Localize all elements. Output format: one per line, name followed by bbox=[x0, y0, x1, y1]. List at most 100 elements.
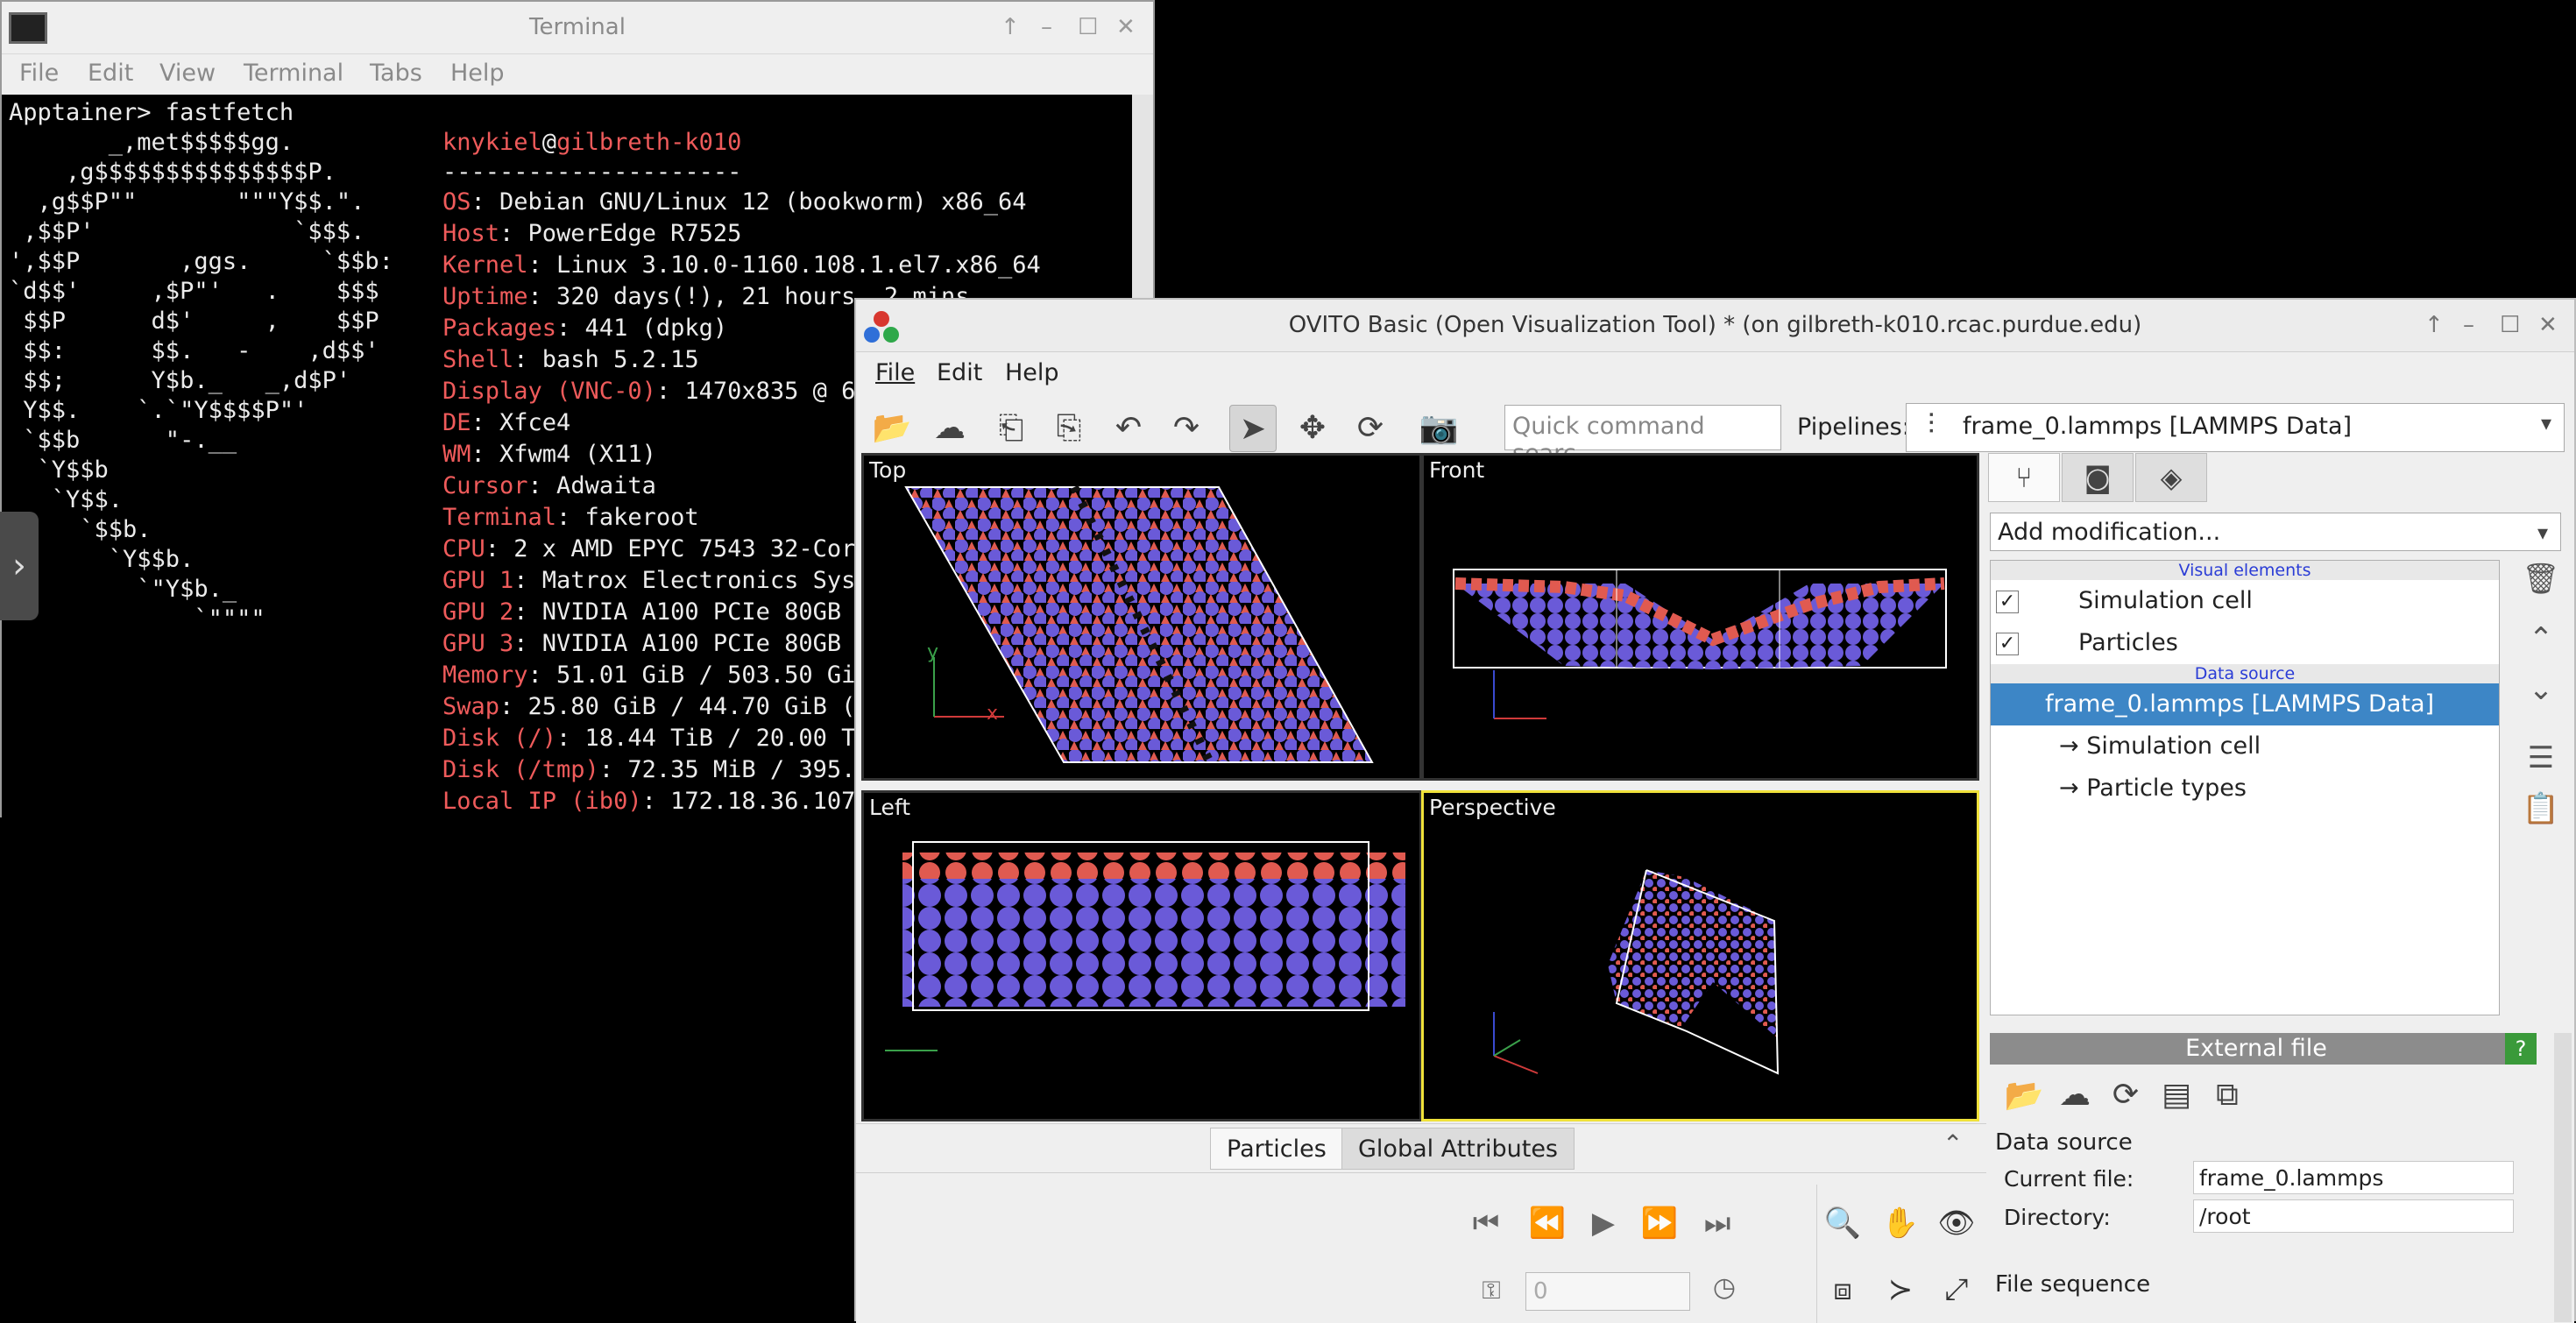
load-session-icon[interactable]: ⎗ bbox=[987, 405, 1035, 452]
tab-particles[interactable]: Particles bbox=[1210, 1128, 1343, 1170]
move-mode-icon[interactable]: ✥ bbox=[1289, 405, 1336, 452]
move-down-icon[interactable]: ⌄ bbox=[2517, 672, 2565, 707]
help-button[interactable]: ? bbox=[2505, 1033, 2537, 1065]
layers-tab-icon[interactable]: ◈ bbox=[2135, 453, 2207, 502]
minimize-icon[interactable]: – bbox=[1041, 14, 1052, 40]
pipeline-selector[interactable]: ⫶ frame_0.lammps [LAMMPS Data] ▾ bbox=[1906, 403, 2565, 452]
current-file-label: Current file: bbox=[2004, 1166, 2134, 1192]
logo-line: $$; Y$b._ _,d$P' bbox=[9, 367, 351, 394]
zoom-icon[interactable]: 🔍 bbox=[1819, 1206, 1866, 1241]
goto-end-icon[interactable]: ⏭ bbox=[1694, 1206, 1741, 1241]
logo-line: Y$$. `.`"Y$$$$P"' bbox=[9, 397, 308, 424]
stack-icon[interactable]: ⧉ bbox=[2204, 1077, 2251, 1114]
file-sequence-icon[interactable]: ▤ bbox=[2153, 1077, 2200, 1113]
save-session-icon[interactable]: ⎘ bbox=[1045, 405, 1093, 452]
pipeline-editor-list[interactable]: Visual elements ✓ Simulation cell ✓ Part… bbox=[1990, 560, 2500, 1015]
ovito-titlebar[interactable]: OVITO Basic (Open Visualization Tool) * … bbox=[856, 300, 2574, 352]
pipeline-tab-icon[interactable]: ⑂ bbox=[1988, 453, 2060, 502]
redo-icon[interactable]: ↷ bbox=[1163, 405, 1210, 452]
terminal-menu-view[interactable]: View bbox=[159, 60, 216, 87]
pipeline-subitem-particle-types[interactable]: → Particle types bbox=[1991, 768, 2499, 810]
pan-hand-icon[interactable]: ✋ bbox=[1877, 1206, 1924, 1241]
pipeline-item-label: Simulation cell bbox=[2078, 587, 2253, 614]
maximize-icon[interactable]: ☐ bbox=[2500, 312, 2520, 338]
orbit-eye-icon[interactable]: 👁 bbox=[1933, 1206, 1980, 1241]
undo-icon[interactable]: ↶ bbox=[1105, 405, 1152, 452]
cloud-download-icon[interactable]: ☁ bbox=[2051, 1077, 2098, 1113]
viewport-left[interactable]: Left bbox=[861, 790, 1422, 1121]
ovito-menu-help[interactable]: Help bbox=[1005, 359, 1059, 386]
logo-line: `"Y$b._ bbox=[9, 576, 237, 603]
viewport-front-caption[interactable]: Front bbox=[1429, 457, 1484, 483]
minimize-icon[interactable]: – bbox=[2463, 312, 2474, 338]
collapse-panel-icon[interactable]: ⌃ bbox=[1943, 1129, 1963, 1158]
pipeline-item-particles-vis[interactable]: ✓ Particles bbox=[1991, 622, 2499, 664]
info-line: Kernel: Linux 3.10.0-1160.108.1.el7.x86_… bbox=[442, 251, 1041, 280]
viewport-left-caption[interactable]: Left bbox=[869, 795, 910, 820]
group-icon[interactable]: ☰ bbox=[2517, 740, 2565, 775]
terminal-menu-terminal[interactable]: Terminal bbox=[244, 60, 343, 87]
terminal-menu-tabs[interactable]: Tabs bbox=[370, 60, 422, 87]
viewport-perspective-caption[interactable]: Perspective bbox=[1429, 795, 1556, 820]
key-icon[interactable]: ⚿ bbox=[1468, 1276, 1515, 1305]
ovito-menu-file[interactable]: File bbox=[875, 359, 915, 386]
move-up-icon[interactable]: ⌃ bbox=[2517, 621, 2565, 656]
viewport-front[interactable]: Front bbox=[1421, 453, 1979, 781]
ovito-menu-edit[interactable]: Edit bbox=[937, 359, 982, 386]
quick-command-search[interactable]: Quick command searc... bbox=[1504, 405, 1781, 467]
terminal-menu-file[interactable]: File bbox=[19, 60, 59, 87]
pipelines-label: Pipelines: bbox=[1797, 414, 1910, 441]
info-label: Packages bbox=[442, 315, 557, 342]
logo-line: `d$$' ,$P"' . $$$ bbox=[9, 278, 379, 305]
pipeline-item-data-source[interactable]: frame_0.lammps [LAMMPS Data] bbox=[1991, 683, 2499, 725]
render-tab-icon[interactable]: ◙ bbox=[2062, 453, 2134, 502]
info-label: Terminal bbox=[442, 504, 557, 531]
checkbox-simulation-cell[interactable]: ✓ bbox=[1996, 591, 2019, 613]
viewport-top[interactable]: Top y x bbox=[861, 453, 1422, 781]
frame-spinner[interactable]: 0 bbox=[1525, 1272, 1690, 1311]
open-file-icon[interactable]: 📂 bbox=[2000, 1077, 2048, 1114]
info-label: Disk (/) bbox=[442, 725, 557, 752]
keep-above-icon[interactable]: ↑ bbox=[1001, 14, 1020, 40]
maximize-icon[interactable]: ☐ bbox=[1078, 14, 1098, 40]
delete-icon[interactable]: 🗑 bbox=[2517, 562, 2565, 597]
cloud-download-icon[interactable]: ☁ bbox=[926, 405, 973, 452]
pipeline-item-simulation-cell-vis[interactable]: ✓ Simulation cell bbox=[1991, 580, 2499, 622]
panel-expand-handle[interactable]: › bbox=[0, 512, 39, 620]
render-camera-icon[interactable]: 📷 bbox=[1415, 405, 1462, 452]
close-icon[interactable]: ✕ bbox=[2538, 312, 2558, 338]
front-view-render bbox=[1453, 569, 1947, 719]
pipeline-subitem-simulation-cell[interactable]: → Simulation cell bbox=[1991, 725, 2499, 768]
info-value: : Adwaita bbox=[527, 472, 656, 499]
viewport-top-caption[interactable]: Top bbox=[869, 457, 906, 483]
clock-icon[interactable]: ◷ bbox=[1701, 1272, 1748, 1303]
info-line: Disk (/): 18.44 TiB / 20.00 Ti bbox=[442, 724, 870, 753]
checkbox-particles[interactable]: ✓ bbox=[1996, 633, 2019, 655]
viewport-perspective[interactable]: Perspective bbox=[1421, 790, 1979, 1121]
open-file-icon[interactable]: 📂 bbox=[868, 405, 916, 452]
current-file-value: frame_0.lammps bbox=[2193, 1161, 2514, 1194]
step-back-icon[interactable]: ⏪ bbox=[1524, 1206, 1571, 1241]
terminal-menu-help[interactable]: Help bbox=[450, 60, 505, 87]
axis-x-label: x bbox=[987, 703, 999, 725]
command-panel-scrollbar[interactable] bbox=[2554, 1033, 2572, 1322]
terminal-titlebar[interactable]: Terminal ↑ – ☐ ✕ bbox=[2, 2, 1153, 54]
add-modification-dropdown[interactable]: Add modification... ▾ bbox=[1990, 513, 2561, 551]
terminal-menu-edit[interactable]: Edit bbox=[88, 60, 133, 87]
selection-mode-icon[interactable]: ➤ bbox=[1229, 405, 1277, 452]
play-icon[interactable]: ▶ bbox=[1580, 1206, 1627, 1241]
maximize-viewport-icon[interactable]: ⤢ bbox=[1933, 1272, 1980, 1307]
ovito-window[interactable]: OVITO Basic (Open Visualization Tool) * … bbox=[854, 298, 2576, 1323]
keep-above-icon[interactable]: ↑ bbox=[2424, 312, 2444, 338]
fov-icon[interactable]: ≻ bbox=[1877, 1272, 1924, 1307]
close-icon[interactable]: ✕ bbox=[1116, 14, 1136, 40]
info-value: : 441 (dpkg) bbox=[556, 315, 728, 342]
reload-icon[interactable]: ⟳ bbox=[2102, 1077, 2149, 1113]
step-forward-icon[interactable]: ⏩ bbox=[1636, 1206, 1683, 1241]
rotate-mode-icon[interactable]: ⟳ bbox=[1347, 405, 1394, 452]
goto-start-icon[interactable]: ⏮ bbox=[1462, 1206, 1510, 1241]
tab-global-attributes[interactable]: Global Attributes bbox=[1341, 1128, 1575, 1170]
copy-icon[interactable]: 📋 bbox=[2517, 791, 2565, 826]
view-cube-icon[interactable]: ⧈ bbox=[1819, 1272, 1866, 1307]
info-label: DE bbox=[442, 409, 471, 436]
